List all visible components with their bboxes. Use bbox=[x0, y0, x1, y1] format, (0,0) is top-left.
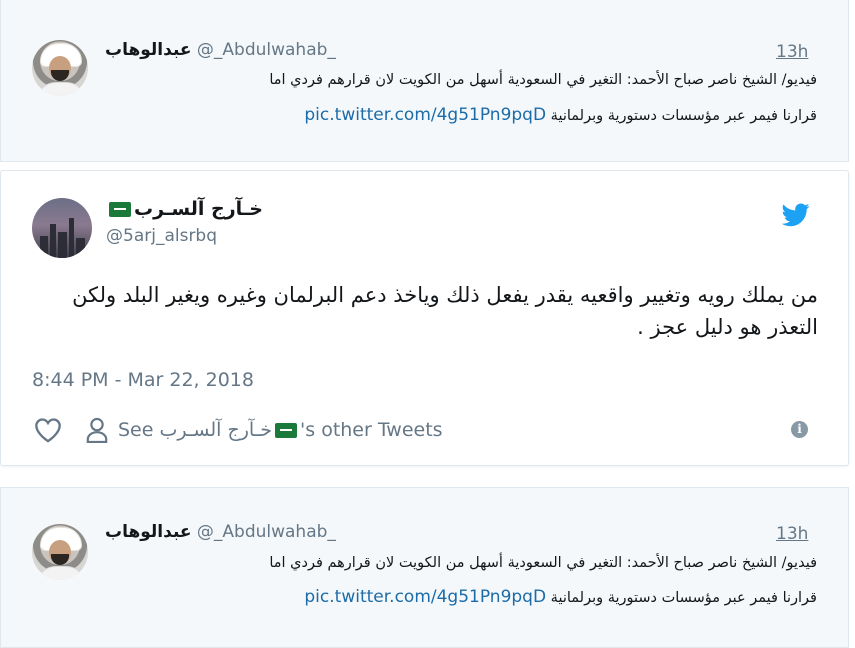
author-line[interactable]: عبدالوهاب @_Abdulwahab_ bbox=[105, 40, 336, 60]
see-suffix: 's other Tweets bbox=[300, 419, 443, 441]
tweet-text-line-2: قرارنا فيمر عبر مؤسسات دستورية وبرلمانية… bbox=[304, 104, 817, 128]
tweet-time[interactable]: 13h bbox=[776, 42, 808, 62]
heart-icon[interactable] bbox=[34, 417, 62, 443]
tweet-media-link[interactable]: pic.twitter.com/4g51Pn9pqD bbox=[304, 587, 546, 607]
see-author-name: خـآرج آلسـرب bbox=[159, 419, 273, 441]
tweet-text: من يملك رويه وتغيير واقعيه يقدر يفعل ذلك… bbox=[72, 283, 818, 339]
author-handle[interactable]: @5arj_alsrbq bbox=[106, 226, 217, 246]
tweet-text-line-2: قرارنا فيمر عبر مؤسسات دستورية وبرلمانية… bbox=[304, 586, 817, 610]
tweet-media-link[interactable]: pic.twitter.com/4g51Pn9pqD bbox=[304, 105, 546, 125]
author-avatar[interactable] bbox=[32, 40, 88, 96]
tweet-actions: See خـآرج آلسـرب 's other Tweets bbox=[34, 415, 443, 445]
tweet-text: قرارنا فيمر عبر مؤسسات دستورية وبرلمانية bbox=[550, 590, 817, 606]
author-name: عبدالوهاب bbox=[105, 522, 192, 542]
see-label: See bbox=[118, 419, 160, 441]
tweet-timestamp[interactable]: 8:44 PM - Mar 22, 2018 bbox=[32, 369, 254, 391]
saudi-flag-icon bbox=[275, 422, 298, 438]
author-name: خـآرج آلسـرب bbox=[134, 198, 263, 220]
twitter-bird-icon[interactable] bbox=[782, 203, 810, 227]
tweet-text-line-1: فيديو/ الشيخ ناصر صباح الأحمد: التغير في… bbox=[269, 555, 817, 571]
tweet-text: قرارنا فيمر عبر مؤسسات دستورية وبرلمانية bbox=[550, 108, 817, 124]
author-handle: @_Abdulwahab_ bbox=[196, 40, 336, 60]
author-line[interactable]: عبدالوهاب @_Abdulwahab_ bbox=[105, 522, 336, 542]
author-display-name[interactable]: خـآرج آلسـرب bbox=[106, 198, 263, 220]
author-handle: @_Abdulwahab_ bbox=[196, 522, 336, 542]
tweet-text-line-1: فيديو/ الشيخ ناصر صباح الأحمد: التغير في… bbox=[269, 72, 817, 88]
info-icon[interactable]: i bbox=[791, 421, 808, 438]
author-avatar[interactable] bbox=[32, 524, 88, 580]
saudi-flag-icon bbox=[109, 202, 131, 217]
embedded-tweet: خـآرج آلسـرب @5arj_alsrbq من يملك رويه و… bbox=[0, 170, 849, 466]
quoted-tweet-bottom[interactable]: عبدالوهاب @_Abdulwahab_ 13h فيديو/ الشيخ… bbox=[0, 487, 849, 648]
see-other-tweets-link[interactable]: See خـآرج آلسـرب 's other Tweets bbox=[86, 417, 443, 443]
person-icon bbox=[86, 417, 108, 443]
tweet-time[interactable]: 13h bbox=[776, 524, 808, 544]
author-name: عبدالوهاب bbox=[105, 40, 192, 60]
quoted-tweet-top[interactable]: عبدالوهاب @_Abdulwahab_ 13h فيديو/ الشيخ… bbox=[0, 0, 849, 162]
author-avatar[interactable] bbox=[32, 198, 92, 258]
